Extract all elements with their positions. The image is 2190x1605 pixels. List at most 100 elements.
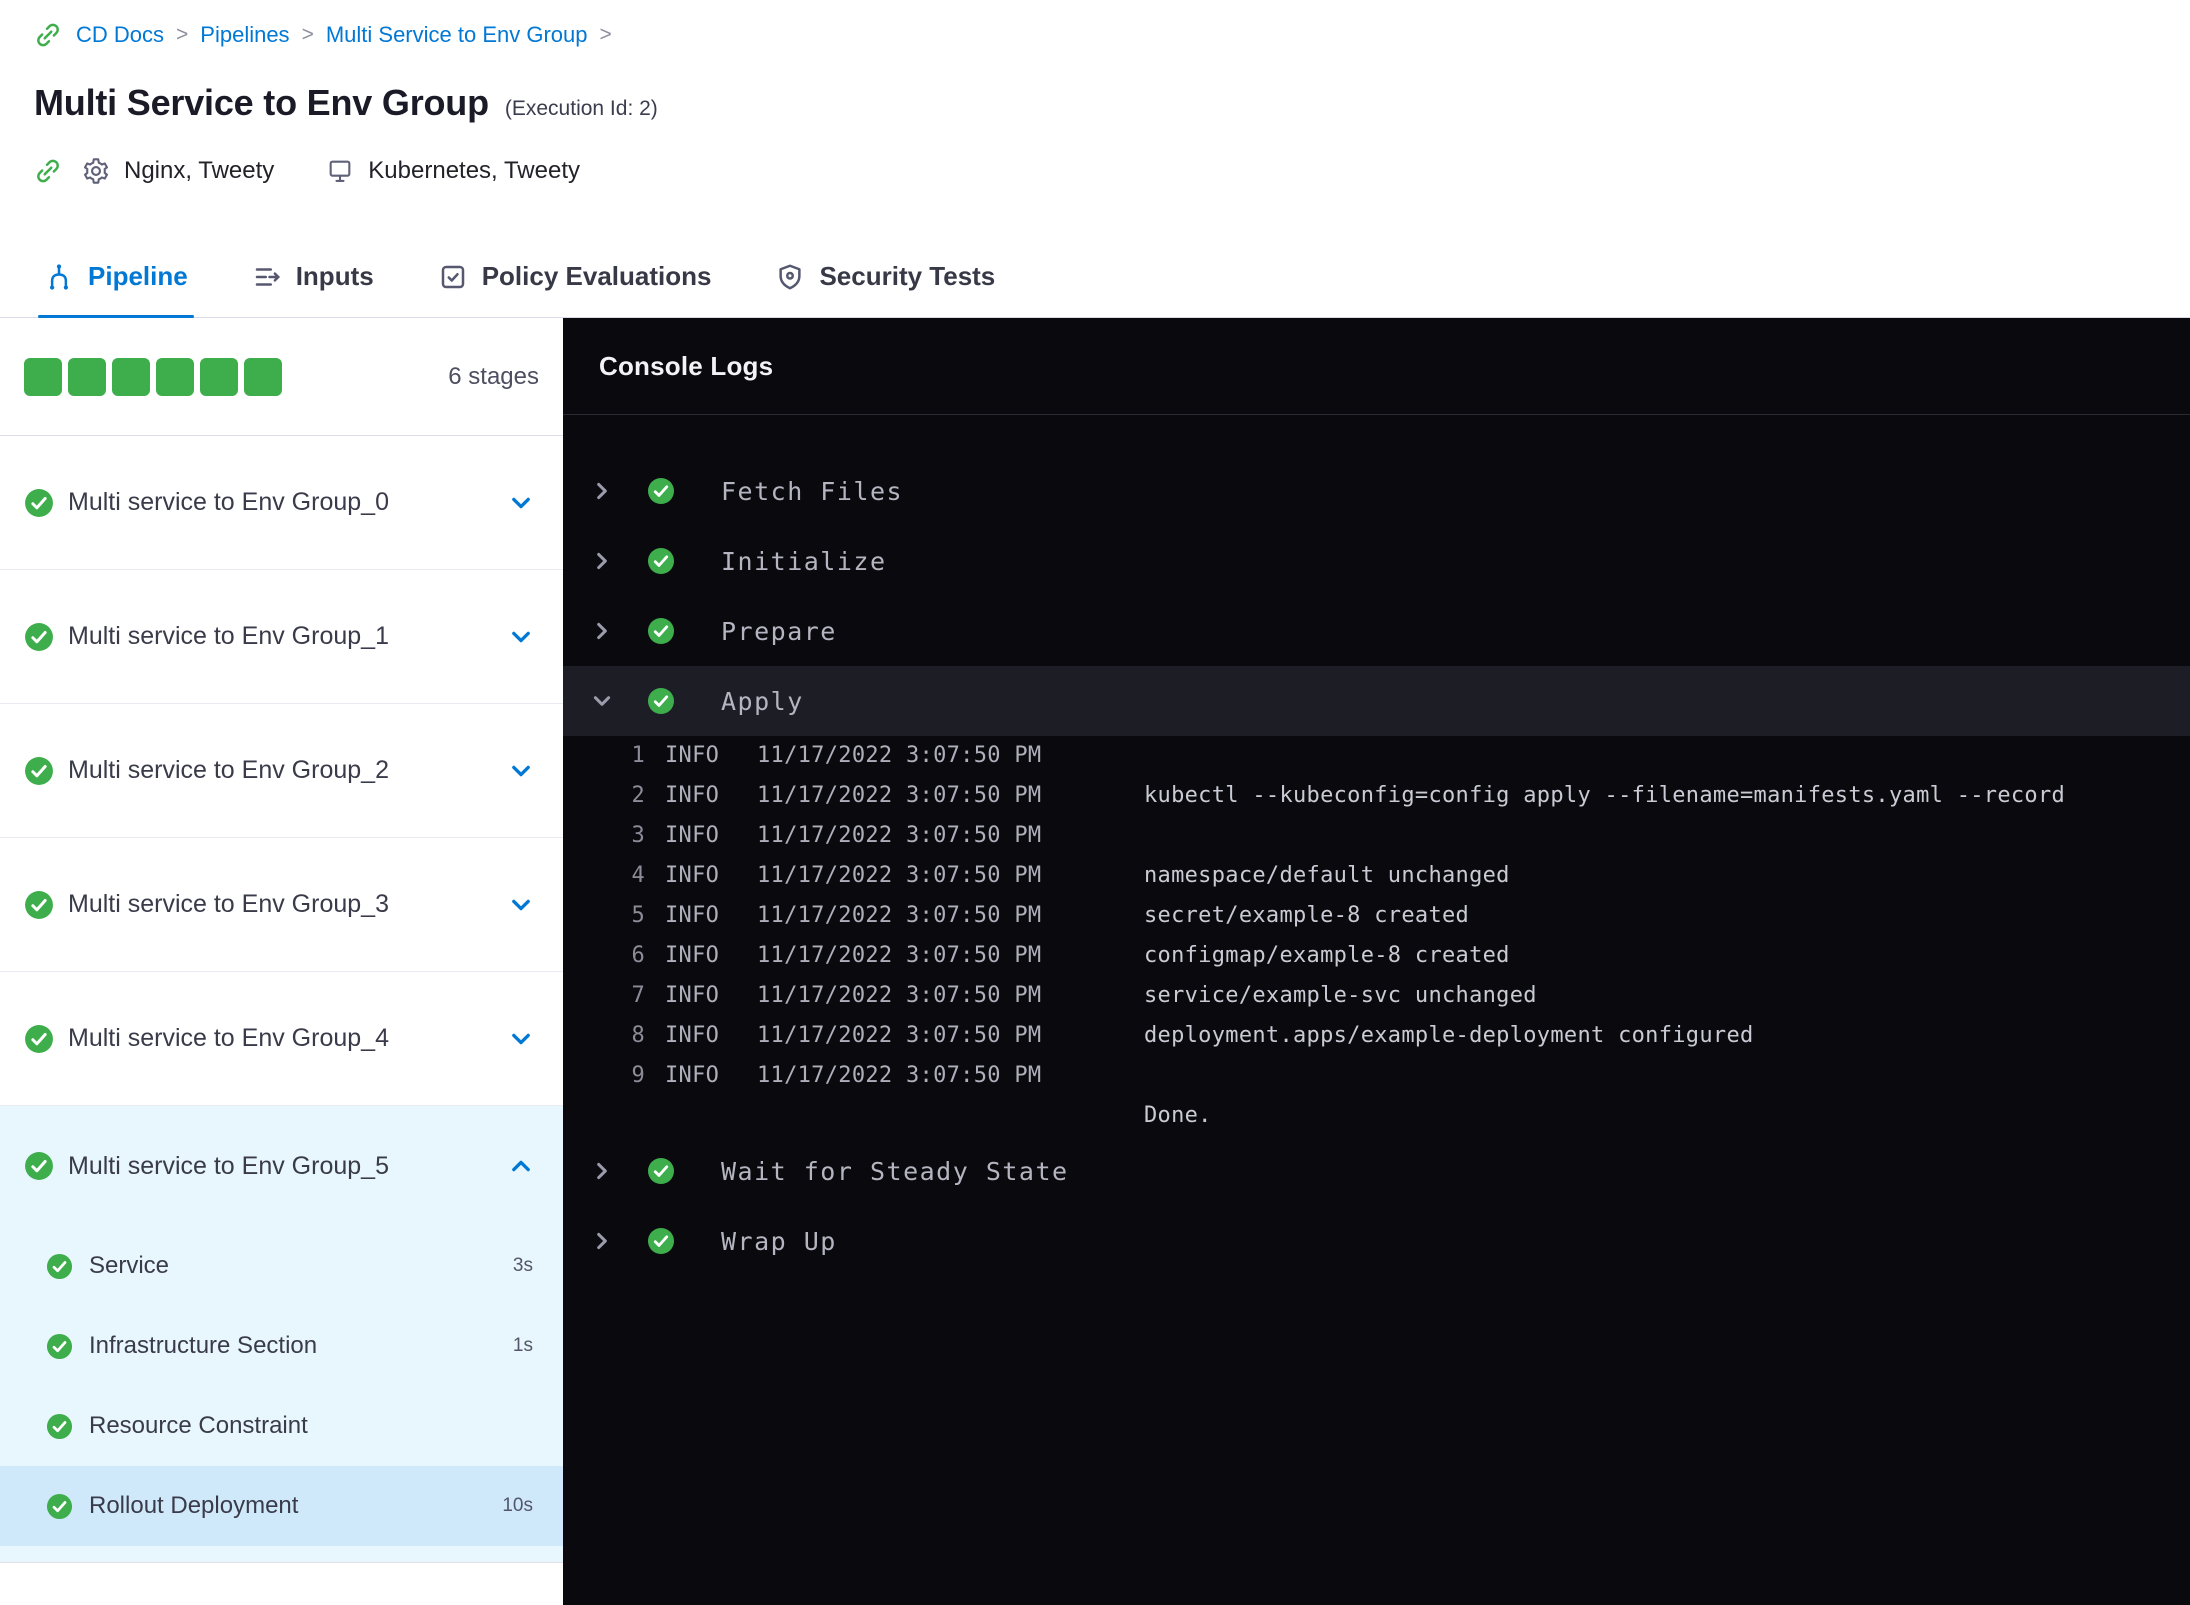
- breadcrumb-link-pipelines[interactable]: Pipelines: [200, 22, 289, 48]
- breadcrumb-separator: >: [599, 23, 612, 46]
- log-level: INFO: [665, 943, 720, 968]
- log-line-number: [563, 1096, 645, 1136]
- stage-row-0[interactable]: Multi service to Env Group_0: [0, 436, 563, 570]
- console-sections: Fetch Files Initialize Prepare Apply 1 I…: [563, 415, 2190, 1276]
- console-section-prepare[interactable]: Prepare: [563, 596, 2190, 666]
- chevron-right-icon[interactable]: [591, 1230, 613, 1252]
- log-line-number: 3: [631, 823, 645, 848]
- step-row-infrastructure-section[interactable]: Infrastructure Section 1s: [0, 1306, 563, 1386]
- progress-segment: [156, 357, 194, 396]
- tab-label: Inputs: [295, 261, 374, 291]
- log-row: 7 INFO 11/17/2022 3:07:50 PM service/exa…: [563, 976, 2190, 1016]
- breadcrumb-link-cd-docs[interactable]: CD Docs: [76, 22, 164, 48]
- step-label: Infrastructure Section: [89, 1332, 318, 1359]
- chevron-down-icon[interactable]: [509, 1027, 533, 1051]
- log-line-number: 2: [631, 783, 645, 808]
- log-timestamp: 11/17/2022 3:07:50 PM: [757, 1023, 1042, 1048]
- stage-group-5: Multi service to Env Group_5 Service 3s …: [0, 1106, 563, 1563]
- success-check-icon: [647, 1157, 675, 1185]
- log-row: 1 INFO 11/17/2022 3:07:50 PM: [563, 736, 2190, 776]
- chevron-right-icon[interactable]: [591, 1160, 613, 1182]
- log-level: INFO: [665, 1023, 720, 1048]
- tabs: Pipeline Inputs Policy Evaluations Secur…: [0, 236, 2190, 318]
- stage-row-5[interactable]: Multi service to Env Group_5: [0, 1106, 563, 1226]
- log-row: 3 INFO 11/17/2022 3:07:50 PM: [563, 816, 2190, 856]
- tab-label: Pipeline: [88, 261, 188, 291]
- tab-inputs[interactable]: Inputs: [220, 236, 406, 317]
- console-section-label: Fetch Files: [721, 476, 904, 506]
- stage-row-3[interactable]: Multi service to Env Group_3: [0, 838, 563, 972]
- success-check-icon: [46, 1253, 73, 1280]
- step-row-service[interactable]: Service 3s: [0, 1226, 563, 1306]
- log-message: secret/example-8 created: [1144, 903, 1470, 928]
- stage-label: Multi service to Env Group_4: [68, 1024, 389, 1052]
- services-label: Nginx, Tweety: [124, 157, 275, 184]
- success-check-icon: [647, 687, 675, 715]
- breadcrumb-link-multi-service-to-env-group[interactable]: Multi Service to Env Group: [326, 22, 588, 48]
- log-level: INFO: [665, 823, 720, 848]
- chevron-up-icon[interactable]: [509, 1154, 533, 1178]
- console-section-label: Prepare: [721, 616, 837, 646]
- step-row-rollout-deployment[interactable]: Rollout Deployment 10s: [0, 1466, 563, 1546]
- step-label: Resource Constraint: [89, 1412, 308, 1439]
- stage-label: Multi service to Env Group_3: [68, 890, 389, 918]
- chevron-down-icon[interactable]: [509, 759, 533, 783]
- page-title: Multi Service to Env Group: [34, 82, 489, 123]
- console-section-fetch-files[interactable]: Fetch Files: [563, 456, 2190, 526]
- progress-segment: [68, 357, 106, 396]
- stage-row-4[interactable]: Multi service to Env Group_4: [0, 972, 563, 1106]
- success-check-icon: [46, 1333, 73, 1360]
- log-timestamp: 11/17/2022 3:07:50 PM: [757, 943, 1042, 968]
- chevron-right-icon[interactable]: [591, 550, 613, 572]
- progress-segment: [200, 357, 238, 396]
- step-label: Rollout Deployment: [89, 1492, 299, 1519]
- policy-icon: [438, 262, 468, 292]
- log-timestamp: 11/17/2022 3:07:50 PM: [757, 783, 1042, 808]
- breadcrumb: CD Docs > Pipelines > Multi Service to Env G…: [34, 20, 2156, 50]
- content: 6 stages Multi service to Env Group_0 Mu…: [0, 318, 2190, 1605]
- log-row: Done.: [563, 1096, 2190, 1136]
- log-line-number: 7: [631, 983, 645, 1008]
- chevron-down-icon[interactable]: [509, 625, 533, 649]
- log-row: 5 INFO 11/17/2022 3:07:50 PM secret/exam…: [563, 896, 2190, 936]
- stage-label: Multi service to Env Group_2: [68, 756, 389, 784]
- stage-row-2[interactable]: Multi service to Env Group_2: [0, 704, 563, 838]
- stage-row-1[interactable]: Multi service to Env Group_1: [0, 570, 563, 704]
- tab-security-tests[interactable]: Security Tests: [743, 236, 1027, 317]
- success-check-icon: [647, 1227, 675, 1255]
- pipeline-icon: [44, 262, 74, 292]
- log-message: service/example-svc unchanged: [1144, 983, 1537, 1008]
- log-line-number: 6: [631, 943, 645, 968]
- chevron-down-icon[interactable]: [509, 893, 533, 917]
- console-section-wait-for-steady-state[interactable]: Wait for Steady State: [563, 1136, 2190, 1206]
- step-duration: 10s: [502, 1495, 533, 1516]
- chevron-right-icon[interactable]: [591, 620, 613, 642]
- log-row: 2 INFO 11/17/2022 3:07:50 PM kubectl --k…: [563, 776, 2190, 816]
- log-message: kubectl --kubeconfig=config apply --file…: [1144, 783, 2066, 808]
- step-duration: 3s: [512, 1255, 533, 1276]
- environments-label: Kubernetes, Tweety: [368, 157, 580, 184]
- log-message: namespace/default unchanged: [1144, 863, 1510, 888]
- progress-segment: [24, 357, 62, 396]
- tab-pipeline[interactable]: Pipeline: [12, 236, 220, 318]
- tab-policy-evaluations[interactable]: Policy Evaluations: [406, 236, 744, 317]
- log-row: 8 INFO 11/17/2022 3:07:50 PM deployment.…: [563, 1016, 2190, 1056]
- console-section-initialize[interactable]: Initialize: [563, 526, 2190, 596]
- console-section-wrap-up[interactable]: Wrap Up: [563, 1206, 2190, 1276]
- log-level: INFO: [665, 903, 720, 928]
- chevron-down-icon[interactable]: [509, 491, 533, 515]
- step-row-resource-constraint[interactable]: Resource Constraint: [0, 1386, 563, 1466]
- success-check-icon: [24, 488, 54, 518]
- stage-count: 6 stages: [448, 362, 539, 390]
- log-timestamp: [757, 1096, 1107, 1136]
- console-section-apply[interactable]: Apply: [563, 666, 2190, 736]
- execution-id: (Execution Id: 2): [504, 97, 658, 120]
- chevron-down-icon[interactable]: [591, 690, 613, 712]
- log-line-number: 1: [631, 743, 645, 768]
- top-header: CD Docs > Pipelines > Multi Service to Env G…: [0, 0, 2190, 187]
- stage-label: Multi service to Env Group_1: [68, 622, 389, 650]
- log-level: INFO: [665, 863, 720, 888]
- tab-label: Security Tests: [819, 261, 996, 291]
- console-section-label: Initialize: [721, 546, 887, 576]
- chevron-right-icon[interactable]: [591, 480, 613, 502]
